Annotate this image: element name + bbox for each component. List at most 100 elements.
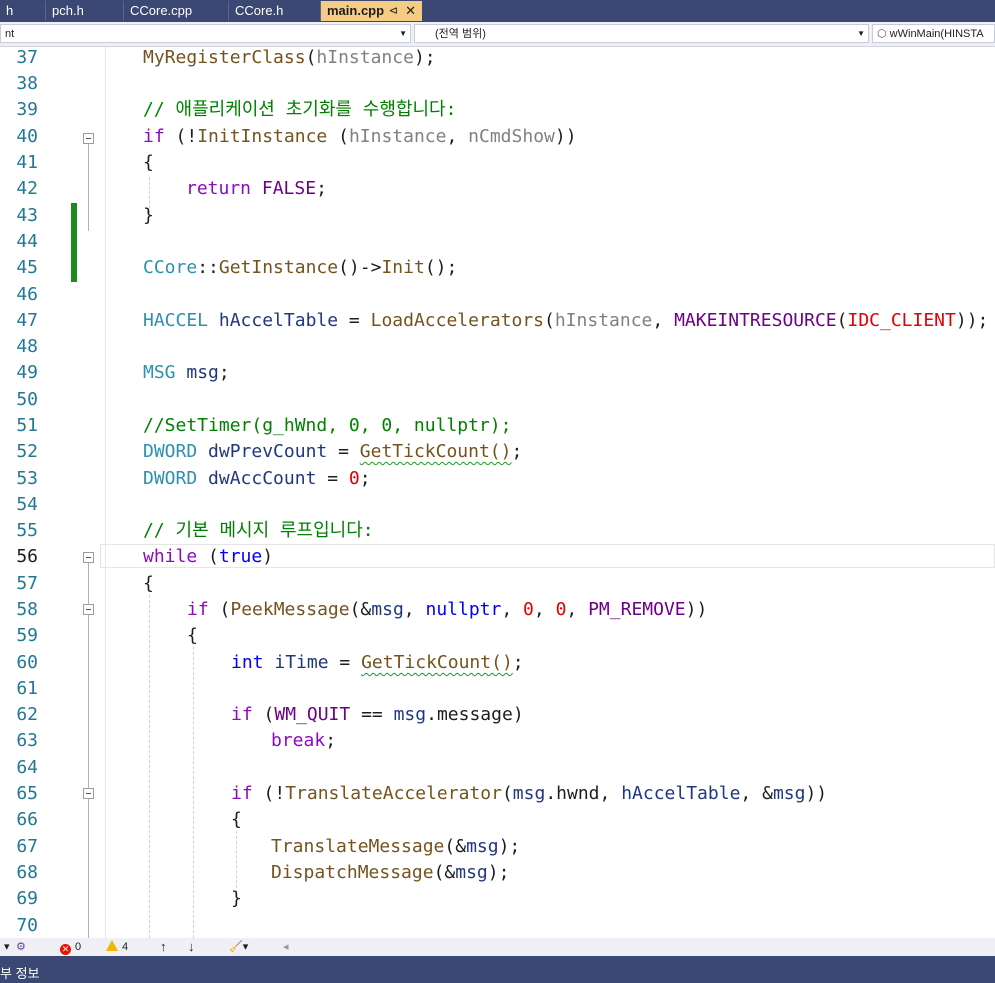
bottom-panel-tab[interactable]: 부 정보 <box>0 964 995 983</box>
code-line: 69 } <box>0 886 995 912</box>
code-line: 50 <box>0 387 995 413</box>
code-line: 44 <box>0 229 995 255</box>
warning-icon <box>106 940 118 951</box>
code-text: { <box>231 809 242 830</box>
line-number: 66 <box>16 809 38 830</box>
line-number: 48 <box>16 336 38 357</box>
member-dropdown[interactable]: ⬡ wWinMain(HINSTA <box>872 24 995 43</box>
code-text: { <box>143 152 154 173</box>
error-count-value: 0 <box>75 941 82 953</box>
code-line: 45 CCore::GetInstance()->Init(); <box>0 255 995 281</box>
code-line: 43 } <box>0 203 995 229</box>
chevron-down-icon: ▼ <box>857 29 865 38</box>
line-number: 53 <box>16 468 38 489</box>
code-line: 54 <box>0 492 995 518</box>
arrow-up-icon[interactable]: ↑ <box>160 939 167 955</box>
scope-dropdown-value: (전역 범위) <box>435 28 486 40</box>
scroll-left-icon[interactable]: ◂ <box>283 939 289 955</box>
line-number: 61 <box>16 678 38 699</box>
close-icon[interactable]: ✕ <box>405 1 416 21</box>
code-line: 66 { <box>0 807 995 833</box>
tab-h[interactable]: h <box>0 1 46 21</box>
code-line: 64 <box>0 755 995 781</box>
line-number: 40 <box>16 126 38 147</box>
line-number: 62 <box>16 704 38 725</box>
intellicode-icon[interactable]: ⚙ <box>16 939 26 955</box>
line-number: 52 <box>16 441 38 462</box>
line-number: 64 <box>16 757 38 778</box>
tab-ccore-h[interactable]: CCore.h <box>229 1 321 21</box>
code-line: 60 int iTime = GetTickCount(); <box>0 650 995 676</box>
warning-count[interactable]: 4 <box>106 939 128 955</box>
chevron-down-icon[interactable]: ▾ <box>4 939 10 955</box>
arrow-down-icon[interactable]: ↓ <box>188 939 195 955</box>
tab-main-cpp[interactable]: main.cpp ⊲ ✕ <box>321 1 422 21</box>
code-text: CCore::GetInstance()->Init(); <box>143 257 458 278</box>
project-dropdown-value: nt <box>5 28 15 40</box>
code-line: 57 { <box>0 571 995 597</box>
code-line: 51 //SetTimer(g_hWnd, 0, 0, nullptr); <box>0 413 995 439</box>
line-number: 67 <box>16 836 38 857</box>
code-line: 56 while (true) <box>0 544 995 570</box>
code-text: DispatchMessage(&msg); <box>271 862 510 883</box>
line-number: 45 <box>16 257 38 278</box>
chevron-down-icon: ▼ <box>399 29 407 38</box>
code-text: HACCEL hAccelTable = LoadAccelerators(hI… <box>143 310 989 331</box>
code-text: DWORD dwAccCount = 0; <box>143 468 371 489</box>
code-line: 70 <box>0 913 995 938</box>
code-text: int iTime = GetTickCount(); <box>231 652 524 673</box>
code-line: 61 <box>0 676 995 702</box>
line-number: 68 <box>16 862 38 883</box>
line-number: 56 <box>16 546 38 567</box>
code-line: 49 MSG msg; <box>0 360 995 386</box>
line-number: 70 <box>16 915 38 936</box>
code-line: 41 { <box>0 150 995 176</box>
line-number: 59 <box>16 625 38 646</box>
code-line: 48 <box>0 334 995 360</box>
line-number: 44 <box>16 231 38 252</box>
code-text: if (PeekMessage(&msg, nullptr, 0, 0, PM_… <box>187 599 708 620</box>
code-line: 52 DWORD dwPrevCount = GetTickCount(); <box>0 439 995 465</box>
line-number: 39 <box>16 99 38 120</box>
editor-status-bar: ▾ ⚙ ✕ 0 4 ↑ ↓ 🧹▾ ◂ <box>0 938 995 956</box>
line-number: 47 <box>16 310 38 331</box>
code-text: { <box>187 625 198 646</box>
code-line: 37 MyRegisterClass(hInstance); <box>0 47 995 71</box>
broom-icon[interactable]: 🧹▾ <box>229 939 248 955</box>
code-line: 42 return FALSE; <box>0 176 995 202</box>
cube-icon: ⬡ <box>877 28 887 40</box>
project-dropdown[interactable]: nt ▼ <box>0 24 411 43</box>
code-text: MSG msg; <box>143 362 230 383</box>
code-text: MyRegisterClass(hInstance); <box>143 47 436 68</box>
tab-pch-h[interactable]: pch.h <box>46 1 124 21</box>
error-icon: ✕ <box>60 944 71 955</box>
line-number: 49 <box>16 362 38 383</box>
code-text: if (!InitInstance (hInstance, nCmdShow)) <box>143 126 577 147</box>
tab-label: CCore.cpp <box>130 3 193 18</box>
tab-ccore-cpp[interactable]: CCore.cpp <box>124 1 229 21</box>
line-number: 63 <box>16 730 38 751</box>
code-line: 53 DWORD dwAccCount = 0; <box>0 466 995 492</box>
code-text: DWORD dwPrevCount = GetTickCount(); <box>143 441 523 462</box>
line-number: 43 <box>16 205 38 226</box>
code-text: break; <box>271 730 337 751</box>
line-number: 65 <box>16 783 38 804</box>
line-number: 54 <box>16 494 38 515</box>
tab-label: CCore.h <box>235 3 284 18</box>
code-editor[interactable]: 37 MyRegisterClass(hInstance); 38 39 // … <box>0 47 995 938</box>
code-line: 62 if (WM_QUIT == msg.message) <box>0 702 995 728</box>
bottom-panel-label: 부 정보 <box>0 966 40 981</box>
pin-icon[interactable]: ⊲ <box>389 1 398 21</box>
warning-count-value: 4 <box>122 941 129 953</box>
scope-dropdown[interactable]: (전역 범위) ▼ <box>414 24 869 43</box>
line-number: 38 <box>16 73 38 94</box>
code-line: 68 DispatchMessage(&msg); <box>0 860 995 886</box>
line-number: 42 <box>16 178 38 199</box>
line-number: 51 <box>16 415 38 436</box>
code-text: } <box>231 888 242 909</box>
comment-text: //SetTimer(g_hWnd, 0, 0, nullptr); <box>143 415 512 436</box>
line-number: 60 <box>16 652 38 673</box>
error-count[interactable]: ✕ 0 <box>60 939 81 955</box>
code-line: 59 { <box>0 623 995 649</box>
code-line: 47 HACCEL hAccelTable = LoadAccelerators… <box>0 308 995 334</box>
